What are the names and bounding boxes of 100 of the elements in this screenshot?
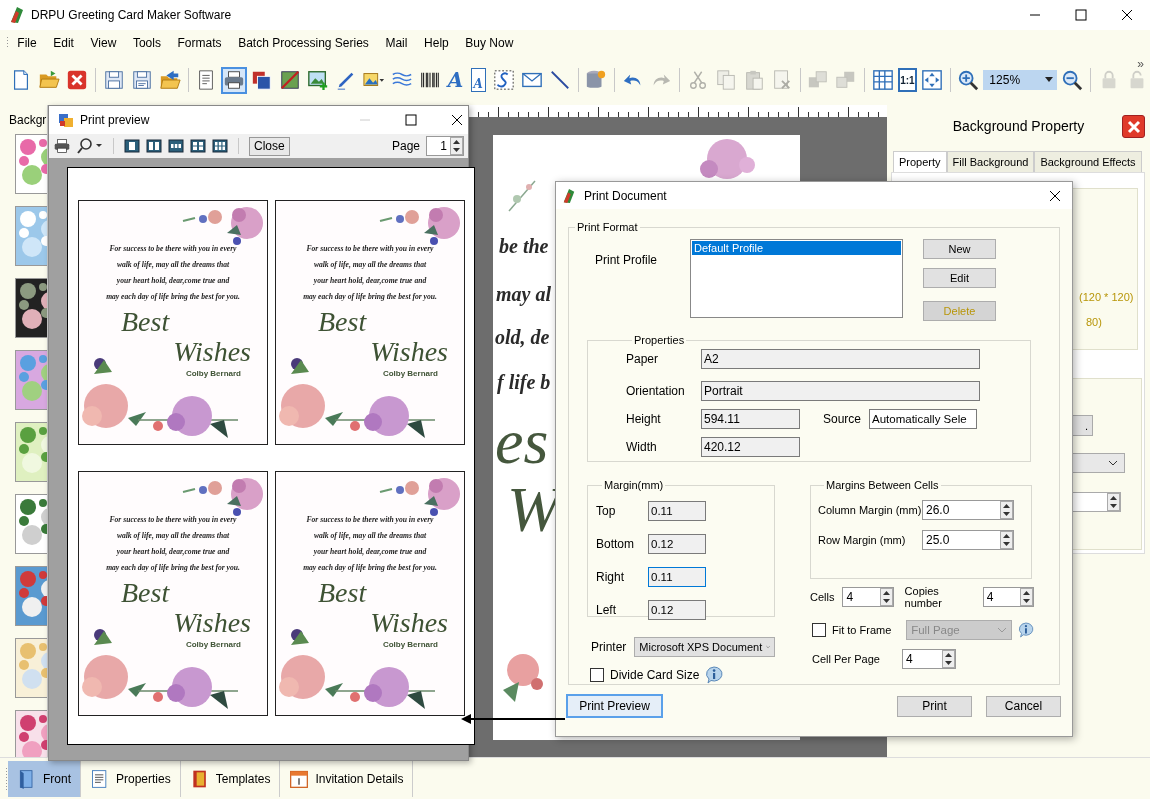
card-text: old, de: [495, 326, 550, 349]
group-label: Margin(mm): [603, 479, 665, 491]
overflow-button[interactable]: »: [1137, 57, 1144, 71]
menu-item[interactable]: View: [82, 35, 125, 50]
close-icon[interactable]: [451, 114, 463, 126]
printer-icon[interactable]: [53, 138, 71, 154]
size-text: 80): [1086, 316, 1102, 328]
four-pages-icon[interactable]: [190, 139, 206, 153]
app-icon: [9, 6, 25, 24]
field-label: Column Margin (mm): [818, 504, 922, 516]
dialog-button[interactable]: New: [923, 239, 996, 259]
info-icon[interactable]: [705, 666, 724, 684]
tab[interactable]: Front: [8, 761, 81, 797]
spin-arrows-icon[interactable]: [879, 588, 893, 606]
tab[interactable]: Property: [893, 151, 947, 172]
tab[interactable]: Background Effects: [1034, 151, 1142, 172]
input-field[interactable]: 0.11: [648, 500, 706, 521]
spin-arrows-icon[interactable]: [450, 137, 463, 155]
field-label: Height: [626, 412, 662, 426]
field-label: Printer: [591, 640, 627, 654]
six-pages-icon[interactable]: [212, 139, 228, 153]
input-field[interactable]: Automatically Sele: [869, 409, 978, 429]
input-field[interactable]: 0.12: [648, 599, 706, 620]
menu-item[interactable]: File: [9, 35, 45, 50]
text-frame-button[interactable]: A: [470, 68, 486, 92]
number-field[interactable]: 4: [842, 587, 894, 607]
zoom-combo[interactable]: 125%: [983, 70, 1058, 90]
checkbox[interactable]: [590, 668, 604, 682]
dialog-button[interactable]: Edit: [923, 268, 996, 288]
close-icon[interactable]: [1121, 9, 1133, 21]
field-label: Orientation: [626, 384, 686, 398]
maximize-icon[interactable]: [1075, 9, 1087, 21]
card-title: Best: [121, 578, 171, 608]
card-title: Wishes: [370, 337, 448, 367]
input-field[interactable]: 420.12: [701, 437, 800, 457]
maximize-icon[interactable]: [405, 114, 417, 126]
two-pages-icon[interactable]: [146, 139, 162, 153]
field-label: Bottom: [596, 536, 635, 551]
input-field[interactable]: Portrait: [701, 381, 980, 401]
dialog-button[interactable]: Print Preview: [566, 694, 663, 718]
number-field[interactable]: 4: [902, 649, 956, 669]
spin-arrows-icon[interactable]: [942, 650, 955, 668]
card-title: Best: [121, 307, 171, 337]
dropdown-arrow-icon[interactable]: [1045, 77, 1054, 83]
menu-item[interactable]: Edit: [44, 35, 83, 50]
chevron-down-icon[interactable]: [1108, 460, 1118, 466]
menu-item[interactable]: Buy Now: [457, 35, 522, 50]
checkbox-label[interactable]: Divide Card Size: [610, 668, 700, 682]
size-text: (120 * 120): [1079, 291, 1134, 303]
spin-arrows-icon[interactable]: [1000, 531, 1013, 549]
info-icon[interactable]: [1018, 621, 1034, 639]
field-label: Top: [596, 503, 617, 518]
group-label: Properties: [633, 334, 686, 346]
printer-dropdown[interactable]: Microsoft XPS Document: [634, 637, 776, 657]
signature-name: Colby Bernard: [382, 369, 438, 378]
menu-item[interactable]: Mail: [377, 35, 416, 50]
card-text: f life b: [497, 371, 551, 394]
menu-item[interactable]: Help: [415, 35, 458, 50]
dialog-button[interactable]: Print: [897, 695, 972, 717]
checkbox[interactable]: [812, 623, 826, 637]
close-icon[interactable]: [1049, 189, 1061, 202]
search-icon[interactable]: [77, 138, 103, 154]
checkbox-label[interactable]: Fit to Frame: [832, 624, 901, 636]
spin-arrows-icon[interactable]: [1020, 588, 1033, 606]
signature-name: Colby Bernard: [185, 640, 241, 649]
number-field[interactable]: 25.0: [922, 530, 1014, 550]
close-button[interactable]: Close: [249, 136, 290, 156]
card-text: es: [495, 405, 549, 479]
actual-size-button[interactable]: 1:1: [898, 68, 917, 92]
input-field[interactable]: 0.11: [648, 566, 706, 587]
list-item[interactable]: Default Profile: [692, 241, 901, 255]
field-label: Row Margin (mm): [818, 534, 906, 546]
input-field[interactable]: 0.12: [648, 533, 706, 554]
menu-item[interactable]: Tools: [124, 35, 170, 50]
field-label: Paper: [626, 352, 660, 366]
one-page-icon[interactable]: [124, 139, 140, 153]
spin-arrows-icon[interactable]: [1107, 493, 1120, 511]
preview-icon: [58, 112, 74, 128]
input-field[interactable]: 594.11: [701, 409, 800, 429]
dialog-button[interactable]: Cancel: [986, 695, 1061, 717]
printer-icon[interactable]: [221, 66, 248, 94]
text-tool-button[interactable]: A: [445, 66, 466, 94]
group-label: Print Format: [576, 221, 639, 233]
grip-icon: [5, 767, 8, 791]
window-title: DRPU Greeting Card Maker Software: [31, 8, 232, 22]
number-field[interactable]: 1: [426, 136, 464, 156]
field-label: Right: [596, 569, 625, 584]
menu-item[interactable]: Batch Processing Series: [229, 35, 378, 50]
spin-arrows-icon[interactable]: [1000, 501, 1013, 519]
profile-list[interactable]: Default Profile: [690, 239, 903, 318]
number-field[interactable]: 26.0: [922, 500, 1014, 520]
signature-name: Colby Bernard: [185, 369, 241, 378]
tab[interactable]: Fill Background: [946, 151, 1035, 172]
signature-name: Colby Bernard: [382, 640, 438, 649]
field-label: Cell Per Page: [812, 653, 881, 665]
three-pages-icon[interactable]: [168, 139, 184, 153]
input-field[interactable]: A2: [701, 349, 980, 369]
menu-item[interactable]: Formats: [169, 35, 230, 50]
panel-title: Background Property: [952, 118, 1085, 134]
number-field[interactable]: 4: [982, 587, 1034, 607]
